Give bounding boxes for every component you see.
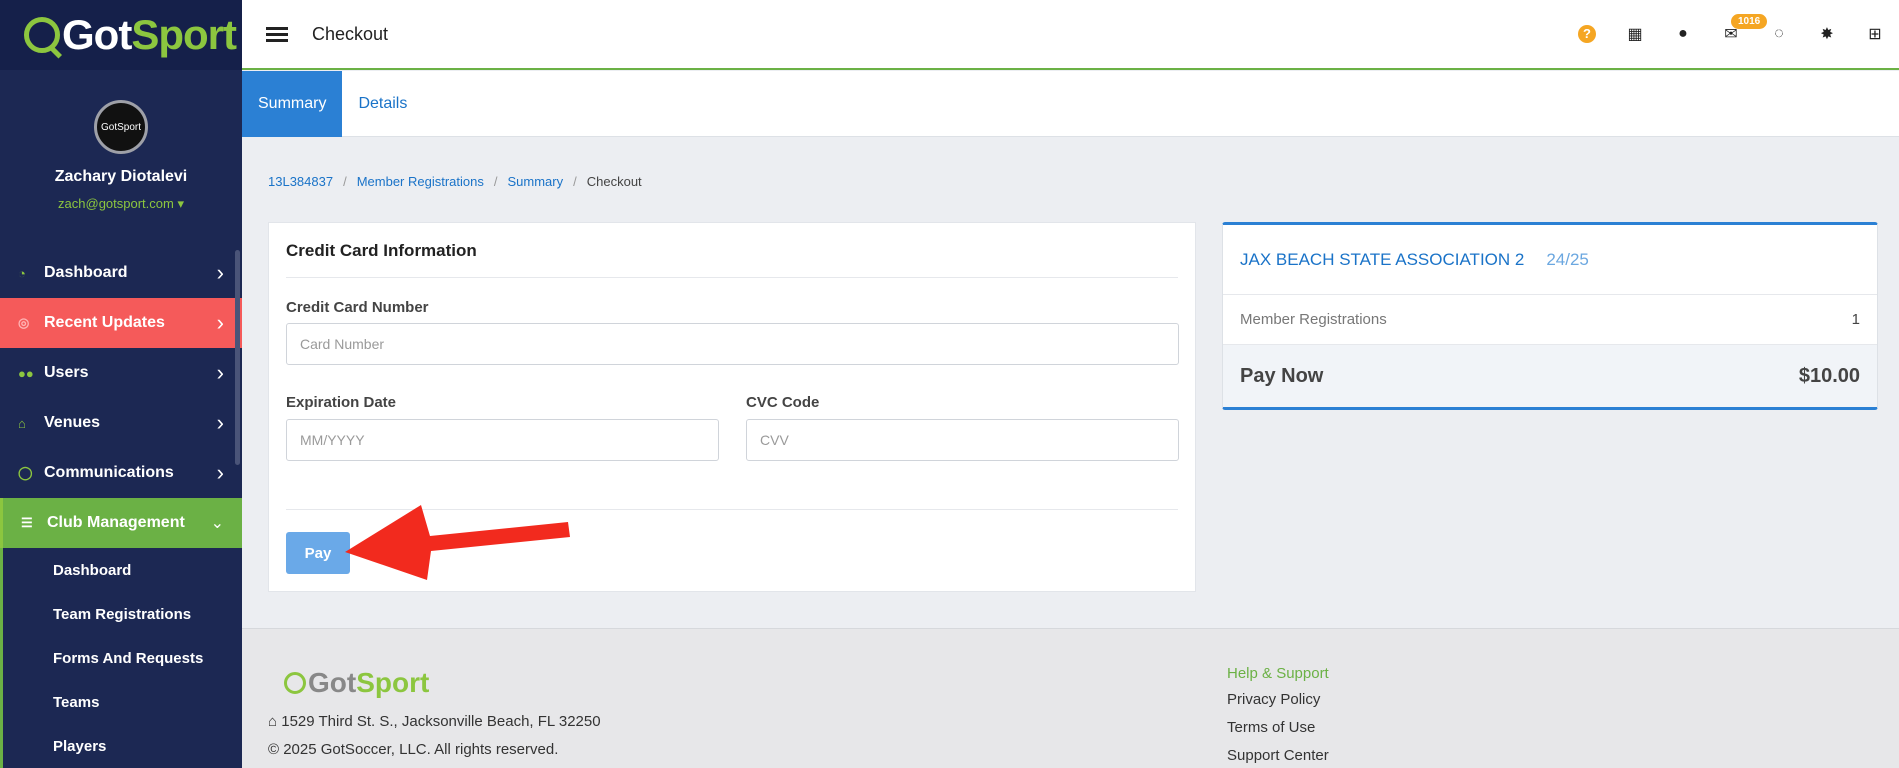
tab-details[interactable]: Details xyxy=(342,71,423,137)
summary-line-item: Member Registrations 1 xyxy=(1223,295,1877,345)
club-management-submenu: Dashboard Team Registrations Forms And R… xyxy=(0,548,242,768)
home-icon: ⌂ xyxy=(18,415,26,431)
chevron-right-icon: › xyxy=(216,360,224,385)
line-item-label: Member Registrations xyxy=(1240,311,1387,328)
sidebar-item-club-management[interactable]: ☰ Club Management ⌄ xyxy=(0,498,242,548)
avatar[interactable]: GotSport xyxy=(94,100,148,154)
home-icon: ⌂ xyxy=(268,713,282,730)
sidebar-item-label: Dashboard xyxy=(44,264,128,281)
footer-logo-mark-icon xyxy=(284,672,306,694)
footer-logo-text-sport: Sport xyxy=(356,667,430,698)
footer-address: ⌂ 1529 Third St. S., Jacksonville Beach,… xyxy=(268,713,601,730)
form-divider xyxy=(286,277,1178,278)
terms-of-use-link[interactable]: Terms of Use xyxy=(1227,719,1329,747)
sidebar-item-dashboard[interactable]: ◔ Dashboard › xyxy=(0,248,242,298)
sidebar-item-label: Club Management xyxy=(47,514,185,531)
profile-email-dropdown[interactable]: zach@gotsport.com ▾ xyxy=(0,196,242,212)
sidebar-item-recent-updates[interactable]: ◎ Recent Updates › xyxy=(0,298,242,348)
logo-text-got: Got xyxy=(62,11,132,58)
tab-summary[interactable]: Summary xyxy=(242,71,343,137)
order-summary-panel: JAX BEACH STATE ASSOCIATION 2 24/25 Memb… xyxy=(1222,222,1878,410)
club-icon: ☰ xyxy=(21,515,33,530)
sidebar-item-label: Recent Updates xyxy=(44,314,165,331)
annotation-arrow-icon xyxy=(345,505,570,580)
footer-address-text: 1529 Third St. S., Jacksonville Beach, F… xyxy=(281,713,601,730)
user-icon[interactable]: ● xyxy=(1659,25,1707,43)
sidebar-item-users[interactable]: ●● Users › xyxy=(0,348,242,398)
help-icon[interactable]: ? xyxy=(1563,25,1611,43)
tab-bar: Summary Details xyxy=(242,71,1899,137)
logo-mark-icon xyxy=(24,17,60,53)
association-name[interactable]: JAX BEACH STATE ASSOCIATION 2 xyxy=(1240,250,1524,270)
apps-grid-icon[interactable]: ⊞ xyxy=(1851,24,1899,44)
top-icons: ? ▦ ● ✉ 1016 ◌ ✸ ⊞ xyxy=(1563,0,1899,68)
footer-links-heading: Help & Support xyxy=(1227,665,1329,682)
breadcrumb-item-checkout: Checkout xyxy=(586,174,642,189)
chevron-right-icon: › xyxy=(216,310,224,335)
footer: Got Sport ⌂ 1529 Third St. S., Jacksonvil… xyxy=(242,628,1899,768)
chevron-right-icon: › xyxy=(216,410,224,435)
subnav-item-team-registrations[interactable]: Team Registrations xyxy=(3,592,242,636)
support-center-link[interactable]: Support Center xyxy=(1227,747,1329,768)
logo-text-sport: Sport xyxy=(131,11,237,58)
privacy-policy-link[interactable]: Privacy Policy xyxy=(1227,691,1329,719)
chevron-right-icon: › xyxy=(216,460,224,485)
breadcrumb-separator: / xyxy=(573,174,577,189)
subnav-item-players[interactable]: Players xyxy=(3,724,242,768)
total-amount: $10.00 xyxy=(1798,364,1860,387)
breadcrumb: 13L384837 / Member Registrations / Summa… xyxy=(268,174,642,189)
sidebar-scrollbar[interactable] xyxy=(235,250,240,465)
footer-logo: Got Sport xyxy=(284,667,429,699)
menu-icon[interactable] xyxy=(266,24,288,45)
subnav-item-forms-and-requests[interactable]: Forms And Requests xyxy=(3,636,242,680)
subnav-item-dashboard[interactable]: Dashboard xyxy=(3,548,242,592)
chevron-down-icon: ⌄ xyxy=(210,515,224,532)
sidebar: Got Sport GotSport Zachary Diotalevi zach… xyxy=(0,0,242,768)
expiration-date-input[interactable] xyxy=(286,419,719,461)
season-label: 24/25 xyxy=(1546,249,1589,269)
summary-header: JAX BEACH STATE ASSOCIATION 2 24/25 xyxy=(1223,225,1877,295)
subnav-item-teams[interactable]: Teams xyxy=(3,680,242,724)
gear-icon[interactable]: ✸ xyxy=(1803,24,1851,44)
line-item-count: 1 xyxy=(1851,311,1860,328)
logo-bar: Got Sport xyxy=(0,0,242,70)
mail-icon[interactable]: ✉ 1016 xyxy=(1707,14,1768,44)
total-label: Pay Now xyxy=(1240,364,1324,387)
avatar-text: GotSport xyxy=(100,121,142,133)
breadcrumb-item-summary[interactable]: Summary xyxy=(507,174,563,189)
chat-icon[interactable]: ◌ xyxy=(1755,25,1803,43)
cvc-code-input[interactable] xyxy=(746,419,1179,461)
footer-links: Help & Support Privacy Policy Terms of U… xyxy=(1227,665,1329,768)
footer-logo-text-got: Got xyxy=(308,667,357,698)
sidebar-item-venues[interactable]: ⌂ Venues › xyxy=(0,398,242,448)
card-number-label: Credit Card Number xyxy=(286,299,429,316)
users-icon: ●● xyxy=(18,365,34,381)
cvc-code-label: CVC Code xyxy=(746,394,820,411)
sidebar-item-label: Venues xyxy=(44,414,101,431)
dashboard-icon: ◔ xyxy=(18,265,26,281)
summary-total: Pay Now $10.00 xyxy=(1223,345,1877,407)
profile-name: Zachary Diotalevi xyxy=(54,168,188,185)
top-bar: Checkout ? ▦ ● ✉ 1016 ◌ ✸ ⊞ xyxy=(242,0,1899,70)
breadcrumb-separator: / xyxy=(493,174,498,189)
page-title: Checkout xyxy=(312,23,389,44)
updates-icon: ◎ xyxy=(18,315,30,330)
breadcrumb-separator: / xyxy=(343,174,347,189)
card-number-input[interactable] xyxy=(286,323,1179,365)
chevron-right-icon: › xyxy=(216,260,224,285)
sidebar-item-label: Communications xyxy=(44,464,174,481)
form-title: Credit Card Information xyxy=(286,241,477,260)
breadcrumb-item-member-registrations[interactable]: Member Registrations xyxy=(357,174,484,189)
gotsport-logo[interactable]: Got Sport xyxy=(24,11,237,59)
sidebar-item-communications[interactable]: ◯ Communications › xyxy=(0,448,242,498)
breadcrumb-item-team[interactable]: 13L384837 xyxy=(268,174,333,189)
footer-copyright: © 2025 GotSoccer, LLC. All rights reserv… xyxy=(268,741,559,758)
expiration-date-label: Expiration Date xyxy=(286,394,397,411)
comments-icon: ◯ xyxy=(18,465,33,480)
pay-button[interactable]: Pay xyxy=(286,532,350,574)
profile: GotSport Zachary Diotalevi zach@gotsport… xyxy=(0,70,242,248)
sidebar-item-label: Users xyxy=(44,364,89,381)
qr-code-icon[interactable]: ▦ xyxy=(1611,24,1659,44)
